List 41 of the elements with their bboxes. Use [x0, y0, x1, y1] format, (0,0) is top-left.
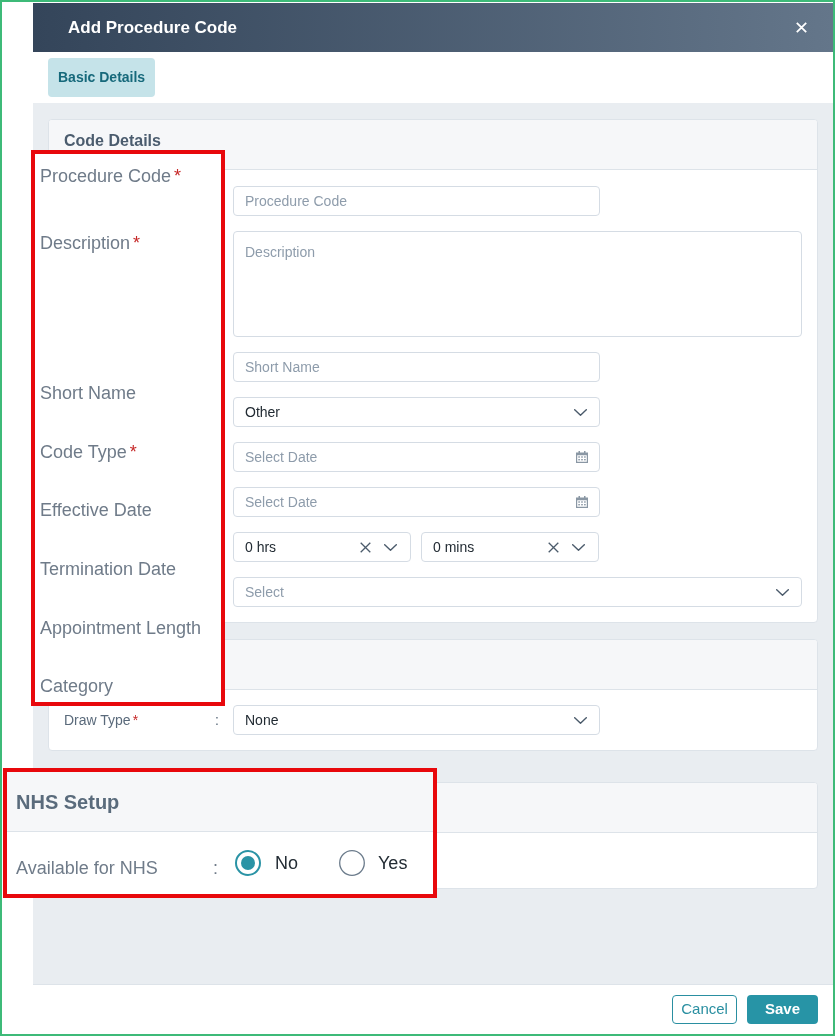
option-label: Yes — [378, 852, 408, 874]
option-label: No — [275, 852, 298, 874]
text-field[interactable]: Procedure Code — [233, 186, 600, 216]
calendar-icon[interactable] — [576, 496, 588, 508]
field-label: Appointment Length — [40, 617, 202, 639]
field-label: Short Name — [40, 382, 137, 404]
field-label: Procedure Code * — [40, 165, 182, 187]
field-label: Code Type * — [40, 441, 137, 463]
text-field[interactable]: Short Name — [233, 352, 600, 382]
clear-icon[interactable] — [548, 541, 559, 553]
cancel-button[interactable]: Cancel — [672, 994, 737, 1024]
select-field[interactable]: 0 hrs — [233, 532, 411, 562]
field-label: Description * — [40, 232, 141, 254]
save-button[interactable]: Save — [746, 994, 818, 1024]
field-label: Termination Date — [40, 558, 177, 580]
clear-icon[interactable] — [360, 541, 371, 553]
chevron-down-icon — [574, 716, 587, 724]
dialog-title: Add Procedure Code — [68, 17, 238, 38]
chevron-down-icon — [574, 408, 587, 416]
section-title: NHS Setup — [16, 789, 120, 814]
field-label: Category — [40, 675, 114, 697]
separator-text: : — [213, 857, 219, 879]
section-title: Code Details — [64, 132, 161, 150]
field-label: Draw Type* — [64, 710, 140, 730]
select-field[interactable]: Other — [233, 397, 600, 427]
radio-button[interactable] — [235, 850, 261, 876]
field-label: Effective Date — [40, 499, 152, 521]
field-label: Available for NHS — [16, 857, 159, 879]
tab[interactable]: Basic Details — [48, 58, 156, 97]
text-area[interactable]: Description — [233, 231, 802, 337]
chevron-down-icon — [572, 543, 585, 551]
date-field[interactable]: Select Date — [233, 442, 600, 472]
radio-button[interactable] — [339, 850, 365, 876]
chevron-down-icon — [384, 543, 397, 551]
select-field[interactable]: 0 mins — [421, 532, 599, 562]
close-icon[interactable] — [796, 22, 807, 33]
separator-text: : — [215, 710, 220, 730]
calendar-icon[interactable] — [576, 451, 588, 463]
date-field[interactable]: Select Date — [233, 487, 600, 517]
select-field[interactable]: None — [233, 705, 600, 735]
chevron-down-icon — [776, 588, 789, 596]
